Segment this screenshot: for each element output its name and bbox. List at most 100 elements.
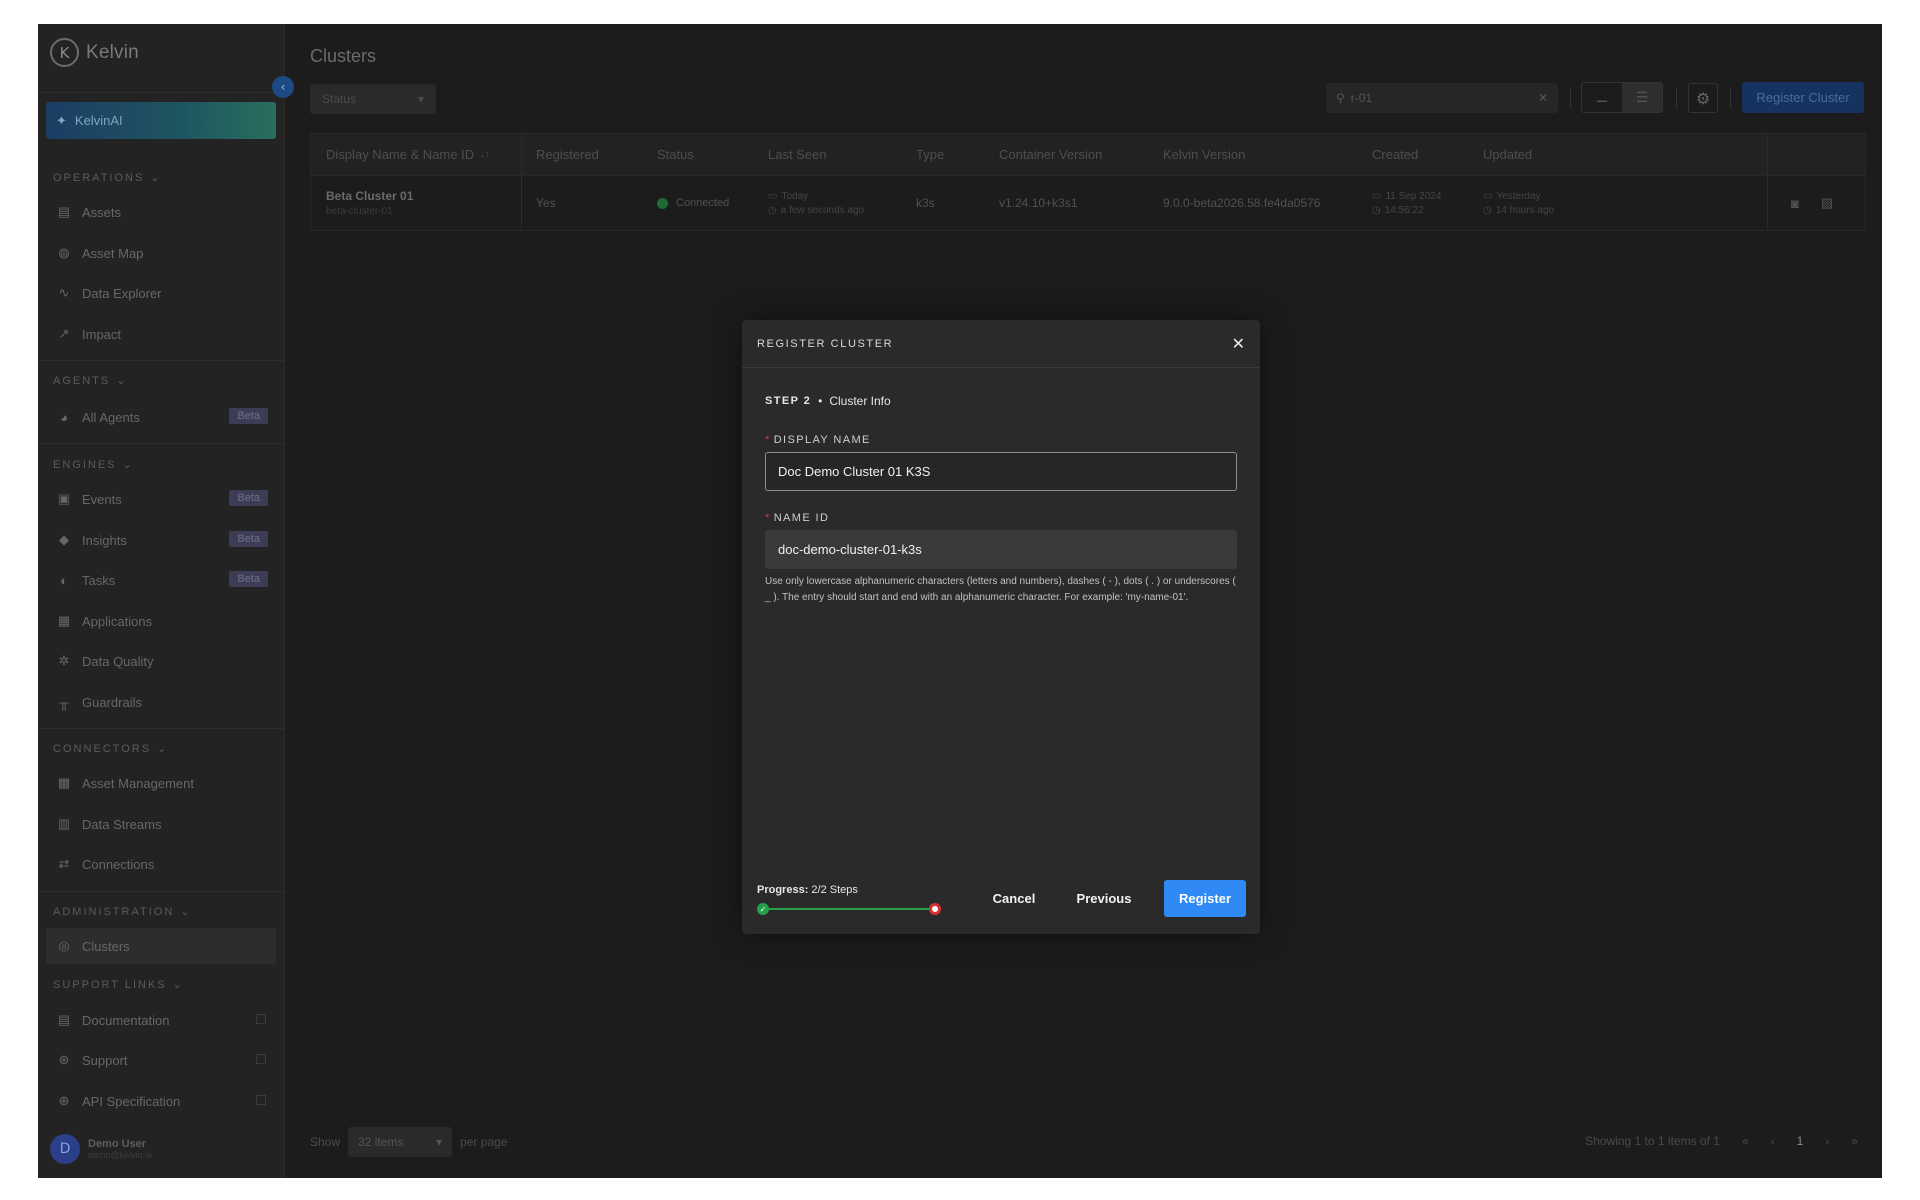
status-ok-icon xyxy=(657,197,668,209)
sidebar-item-applications[interactable]: ▦ Applications xyxy=(46,603,276,639)
view-icon[interactable]: ◙ xyxy=(1791,196,1799,211)
sidebar-item-clusters[interactable]: ◎ Clusters xyxy=(46,928,276,964)
sparkle-icon: ✦ xyxy=(56,112,67,128)
last-seen-time: ◷ a few seconds ago xyxy=(768,205,864,216)
divider xyxy=(1570,88,1571,108)
section-label: SUPPORT LINKS xyxy=(53,978,167,991)
sidebar-item-label: All Agents xyxy=(82,409,140,425)
progress-indicator: Progress: 2/2 Steps ✓ xyxy=(757,884,941,916)
clock-icon: ◷ xyxy=(1483,204,1492,216)
sidebar-item-guardrails[interactable]: ╥ Guardrails xyxy=(46,684,276,720)
section-engines[interactable]: ENGINES ⌄ xyxy=(53,458,134,472)
section-agents[interactable]: AGENTS ⌄ xyxy=(53,374,128,388)
column-header-status[interactable]: Status xyxy=(657,134,694,175)
dashboard-icon[interactable]: ▨ xyxy=(1821,195,1833,211)
streams-icon: ▥ xyxy=(57,816,71,831)
column-header-updated[interactable]: Updated xyxy=(1483,134,1532,175)
sidebar-item-events[interactable]: ▣ Events Beta xyxy=(46,481,276,517)
sidebar-item-documentation[interactable]: ▤ Documentation xyxy=(46,1002,276,1038)
list-view-button[interactable]: ☰ xyxy=(1622,83,1662,112)
calendar-icon: ▭ xyxy=(768,190,778,202)
beta-badge: Beta xyxy=(229,571,268,587)
column-header-created[interactable]: Created xyxy=(1372,134,1418,175)
user-profile[interactable]: D Demo User demo@kelvin.ai xyxy=(50,1134,152,1164)
apps-icon: ▦ xyxy=(57,613,71,628)
close-icon[interactable]: ✕ xyxy=(1232,334,1245,354)
display-name-field[interactable] xyxy=(765,452,1237,491)
section-connectors[interactable]: CONNECTORS ⌄ xyxy=(53,742,168,756)
compact-view-button[interactable]: ⚊ xyxy=(1582,83,1622,112)
guardrail-icon: ╥ xyxy=(59,694,69,710)
column-header-display-name[interactable]: Display Name & Name ID ↓↑ xyxy=(326,134,490,175)
cell-registered: Yes xyxy=(536,196,556,210)
updated-time: ◷ 14 hours ago xyxy=(1483,205,1554,216)
chevron-down-icon: ⌄ xyxy=(116,375,128,387)
column-divider xyxy=(1767,134,1768,175)
sidebar-item-label: Data Explorer xyxy=(82,285,162,301)
status-text: Connected xyxy=(676,197,730,209)
cell-created: ▭ 11 Sep 2024 ◷ 14:56:22 xyxy=(1372,176,1441,230)
clear-search-icon[interactable]: ✕ xyxy=(1538,91,1548,105)
current-page[interactable]: 1 xyxy=(1797,1134,1804,1148)
created-date: ▭ 11 Sep 2024 xyxy=(1372,191,1441,202)
chevron-down-icon: ⌄ xyxy=(172,979,184,991)
sidebar-item-all-agents[interactable]: ◕ All Agents Beta xyxy=(46,399,276,435)
column-header-container-version[interactable]: Container Version xyxy=(999,134,1102,175)
sidebar-item-tasks[interactable]: ◐ Tasks Beta xyxy=(46,562,276,598)
status-filter-dropdown[interactable]: Status ▾ xyxy=(310,84,436,114)
column-header-last-seen[interactable]: Last Seen xyxy=(768,134,827,175)
previous-button[interactable]: Previous xyxy=(1066,880,1142,917)
page-size-dropdown[interactable]: 32 items ▾ xyxy=(348,1127,453,1157)
section-administration[interactable]: ADMINISTRATION ⌄ xyxy=(53,905,192,919)
column-header-registered[interactable]: Registered xyxy=(536,134,599,175)
column-header-kelvin-version[interactable]: Kelvin Version xyxy=(1163,134,1245,175)
cell-updated: ▭ Yesterday ◷ 14 hours ago xyxy=(1483,176,1554,230)
pulse-icon: ∿ xyxy=(58,285,70,300)
sidebar-item-impact[interactable]: ↗ Impact xyxy=(46,316,276,352)
sidebar-item-asset-management[interactable]: ▩ Asset Management xyxy=(46,765,276,801)
sidebar-item-insights[interactable]: ◆ Insights Beta xyxy=(46,522,276,558)
chevron-left-icon: ‹ xyxy=(280,80,286,94)
table-row[interactable]: Beta Cluster 01 beta-cluster-01 Yes Conn… xyxy=(310,176,1866,231)
divider xyxy=(38,891,285,892)
sidebar-item-api-specification[interactable]: ⊕ API Specification xyxy=(46,1083,276,1119)
column-header-type[interactable]: Type xyxy=(916,134,944,175)
name-id-field[interactable] xyxy=(765,530,1237,569)
register-cluster-button[interactable]: Register Cluster xyxy=(1742,82,1864,113)
register-button[interactable]: Register xyxy=(1164,880,1246,917)
last-page-icon[interactable]: » xyxy=(1851,1134,1858,1148)
previous-page-icon[interactable]: ‹ xyxy=(1771,1134,1775,1148)
sidebar-item-label: Asset Management xyxy=(82,775,195,791)
sidebar-item-data-quality[interactable]: ✲ Data Quality xyxy=(46,643,276,679)
beta-badge: Beta xyxy=(229,490,268,506)
progress-value: 2/2 Steps xyxy=(811,884,858,896)
name-id-label-text: NAME ID xyxy=(773,512,830,524)
sidebar-item-connections[interactable]: ⇄ Connections xyxy=(46,846,276,882)
cancel-button[interactable]: Cancel xyxy=(976,880,1052,917)
section-support-links[interactable]: SUPPORT LINKS ⌄ xyxy=(53,978,184,992)
sidebar-item-data-explorer[interactable]: ∿ Data Explorer xyxy=(46,275,276,311)
sidebar-item-asset-map[interactable]: ◍ Asset Map xyxy=(46,235,276,271)
tag-icon: ◆ xyxy=(59,532,69,547)
cog-icon: ✲ xyxy=(58,653,70,668)
created-time: ◷ 14:56:22 xyxy=(1372,205,1441,216)
logo[interactable]: K Kelvin xyxy=(50,38,139,67)
api-icon: ⊕ xyxy=(58,1093,70,1108)
sidebar-item-assets[interactable]: ▤ Assets xyxy=(46,194,276,230)
search-input[interactable]: ⚲ r-01 ✕ xyxy=(1326,83,1558,113)
table-header: Display Name & Name ID ↓↑ Registered Stat… xyxy=(310,133,1866,176)
pagination: Showing 1 to 1 items of 1 « ‹ 1 › » xyxy=(1585,1134,1858,1148)
first-page-icon[interactable]: « xyxy=(1742,1134,1749,1148)
updated-date-text: Yesterday xyxy=(1496,190,1541,202)
section-operations[interactable]: OPERATIONS ⌄ xyxy=(53,171,162,185)
collapse-sidebar-button[interactable]: ‹ xyxy=(272,76,294,98)
kelvinai-button[interactable]: ✦ KelvinAI xyxy=(46,102,276,139)
progress-label: Progress: 2/2 Steps xyxy=(757,884,941,896)
sidebar-item-data-streams[interactable]: ▥ Data Streams xyxy=(46,806,276,842)
sidebar-item-support[interactable]: ⊛ Support xyxy=(46,1042,276,1078)
cell-container-version: v1.24.10+k3s1 xyxy=(999,196,1078,210)
table-settings-button[interactable]: ⚙ xyxy=(1688,83,1718,113)
divider xyxy=(1730,88,1731,108)
next-page-icon[interactable]: › xyxy=(1825,1134,1829,1148)
caret-down-icon: ▾ xyxy=(436,1135,443,1149)
